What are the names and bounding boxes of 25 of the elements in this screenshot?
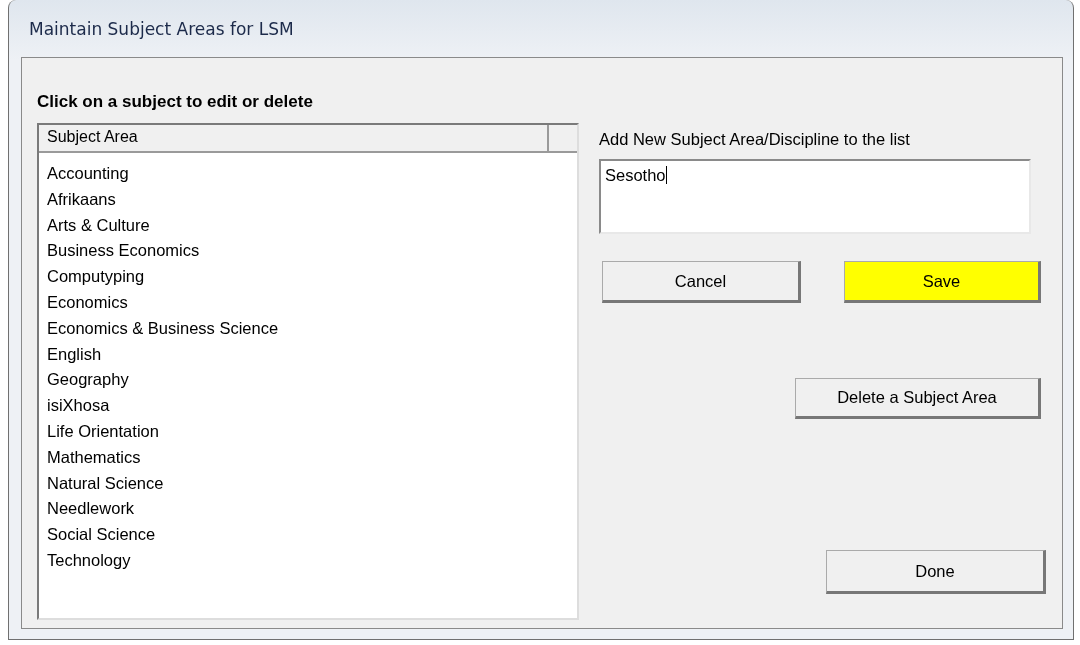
subject-item[interactable]: Economics [47, 290, 128, 316]
subject-item[interactable]: isiXhosa [47, 393, 110, 419]
input-field[interactable]: Sesotho [599, 159, 1031, 234]
done-button[interactable]: Done [826, 550, 1046, 594]
subject-item[interactable]: Mathematics [47, 444, 141, 471]
subject-item[interactable]: Accounting [47, 161, 129, 187]
subject-item[interactable]: Needlework [47, 496, 135, 523]
subject-list[interactable] [37, 123, 579, 620]
subject-item[interactable]: Afrikaans [47, 186, 116, 213]
subject-item[interactable]: Natural Science [47, 470, 164, 497]
list-heading: Click on a subject to edit or delete [37, 91, 314, 113]
window-title: Maintain Subject Areas for LSM [29, 18, 294, 39]
field-label: Add New Subject Area/Discipline to the list [599, 129, 911, 150]
subject-item[interactable]: Arts & Culture [47, 212, 150, 239]
subject-item[interactable]: Computyping [47, 264, 145, 290]
subject-item[interactable]: Business Economics [47, 238, 200, 265]
save-button[interactable]: Save [844, 261, 1041, 303]
subject-item[interactable]: Geography [47, 367, 129, 394]
subject-item[interactable]: Technology [47, 547, 131, 574]
delete-button[interactable]: Delete a Subject Area [795, 378, 1041, 419]
subject-item[interactable]: Economics & Business Science [47, 315, 279, 342]
subject-item[interactable]: English [47, 341, 102, 368]
subject-item[interactable]: Life Orientation [47, 418, 159, 445]
cancel-button[interactable]: Cancel [602, 261, 801, 303]
subject-item[interactable]: Social Science [47, 522, 156, 548]
